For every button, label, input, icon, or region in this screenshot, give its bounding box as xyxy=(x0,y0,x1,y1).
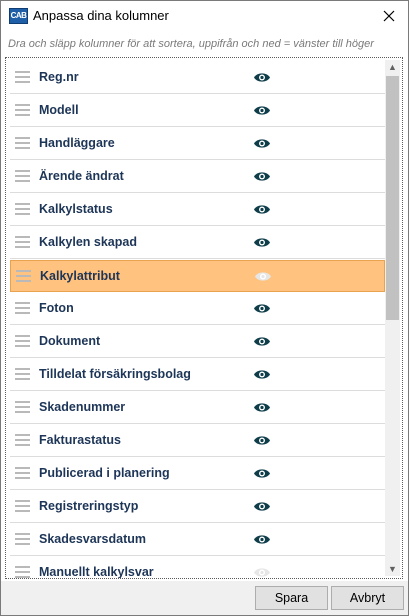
visibility-eye-icon[interactable] xyxy=(253,236,271,249)
visibility-eye-icon[interactable] xyxy=(253,137,271,150)
column-label: Tilldelat försäkringsbolag xyxy=(39,367,191,381)
column-row[interactable]: Skadenummer xyxy=(10,392,385,424)
close-button[interactable] xyxy=(378,5,400,27)
scrollbar-thumb[interactable] xyxy=(386,76,399,320)
drag-handle-icon[interactable] xyxy=(15,368,30,381)
visibility-eye-icon[interactable] xyxy=(253,203,271,216)
column-label: Skadenummer xyxy=(39,400,126,414)
vertical-scrollbar[interactable]: ▲ ▼ xyxy=(385,60,400,576)
drag-handle-icon[interactable] xyxy=(15,467,30,480)
column-label: Manuellt kalkylsvar xyxy=(39,565,154,579)
column-label: Publicerad i planering xyxy=(39,466,170,480)
column-row[interactable]: Skadesvarsdatum xyxy=(10,524,385,556)
column-label: Skadesvarsdatum xyxy=(39,532,147,546)
column-row[interactable]: Publicerad i planering xyxy=(10,458,385,490)
close-icon xyxy=(383,10,395,22)
drag-handle-icon[interactable] xyxy=(15,335,30,348)
visibility-eye-icon[interactable] xyxy=(253,170,271,183)
column-row[interactable]: Reg.nr xyxy=(10,62,385,94)
drag-handle-icon[interactable] xyxy=(15,71,30,84)
drag-handle-icon[interactable] xyxy=(15,302,30,315)
column-row[interactable]: Registreringstyp xyxy=(10,491,385,523)
column-label: Modell xyxy=(39,103,79,117)
instruction-text: Dra och släpp kolumner för att sortera, … xyxy=(8,38,374,50)
drag-handle-icon[interactable] xyxy=(15,401,30,414)
drag-handle-icon[interactable] xyxy=(15,236,30,249)
column-label: Dokument xyxy=(39,334,101,348)
column-label: Registreringstyp xyxy=(39,499,139,513)
column-row[interactable]: Kalkylen skapad xyxy=(10,227,385,259)
save-button[interactable]: Spara xyxy=(255,586,328,610)
visibility-eye-icon[interactable] xyxy=(253,104,271,117)
column-row[interactable]: Kalkylstatus xyxy=(10,194,385,226)
visibility-eye-icon[interactable] xyxy=(253,533,271,546)
app-logo-icon: CAB xyxy=(9,8,28,24)
visibility-eye-icon[interactable] xyxy=(253,467,271,480)
column-label: Kalkylstatus xyxy=(39,202,113,216)
column-row[interactable]: Modell xyxy=(10,95,385,127)
dialog-footer: Spara Avbryt xyxy=(1,581,408,615)
visibility-eye-icon[interactable] xyxy=(253,302,271,315)
cancel-button[interactable]: Avbryt xyxy=(331,586,404,610)
column-row[interactable]: Foton xyxy=(10,293,385,325)
column-row[interactable]: Dokument xyxy=(10,326,385,358)
visibility-eye-icon[interactable] xyxy=(254,270,272,283)
column-row[interactable]: Manuellt kalkylsvar xyxy=(10,557,385,579)
drag-handle-icon[interactable] xyxy=(15,500,30,513)
visibility-eye-icon[interactable] xyxy=(253,566,271,578)
drag-handle-icon[interactable] xyxy=(15,533,30,546)
dialog-title: Anpassa dina kolumner xyxy=(33,8,169,23)
column-label: Handläggare xyxy=(39,136,115,150)
column-row[interactable]: Ärende ändrat xyxy=(10,161,385,193)
visibility-eye-icon[interactable] xyxy=(253,434,271,447)
visibility-eye-icon[interactable] xyxy=(253,368,271,381)
column-row[interactable]: Handläggare xyxy=(10,128,385,160)
visibility-eye-icon[interactable] xyxy=(253,71,271,84)
column-label: Fakturastatus xyxy=(39,433,121,447)
drag-handle-icon[interactable] xyxy=(15,566,30,578)
drag-handle-icon[interactable] xyxy=(15,434,30,447)
column-list: Reg.nr Modell Handläggare Ärende ändrat Kalk… xyxy=(5,57,403,579)
column-row[interactable]: Kalkylattribut xyxy=(10,260,385,292)
visibility-eye-icon[interactable] xyxy=(253,335,271,348)
column-label: Ärende ändrat xyxy=(39,169,124,183)
scroll-up-arrow-icon[interactable]: ▲ xyxy=(385,60,400,74)
column-label: Foton xyxy=(39,301,74,315)
column-row[interactable]: Tilldelat försäkringsbolag xyxy=(10,359,385,391)
column-label: Kalkylattribut xyxy=(40,269,120,283)
drag-handle-icon[interactable] xyxy=(15,137,30,150)
scroll-down-arrow-icon[interactable]: ▼ xyxy=(385,562,400,576)
dialog-window: CAB Anpassa dina kolumner Dra och släpp … xyxy=(0,0,409,616)
drag-handle-icon[interactable] xyxy=(15,203,30,216)
drag-handle-icon[interactable] xyxy=(16,270,31,283)
column-list-items: Reg.nr Modell Handläggare Ärende ändrat Kalk… xyxy=(10,62,385,579)
column-label: Kalkylen skapad xyxy=(39,235,137,249)
visibility-eye-icon[interactable] xyxy=(253,500,271,513)
drag-handle-icon[interactable] xyxy=(15,104,30,117)
visibility-eye-icon[interactable] xyxy=(253,401,271,414)
title-bar: CAB Anpassa dina kolumner xyxy=(1,1,408,32)
column-row[interactable]: Fakturastatus xyxy=(10,425,385,457)
column-label: Reg.nr xyxy=(39,70,79,84)
drag-handle-icon[interactable] xyxy=(15,170,30,183)
